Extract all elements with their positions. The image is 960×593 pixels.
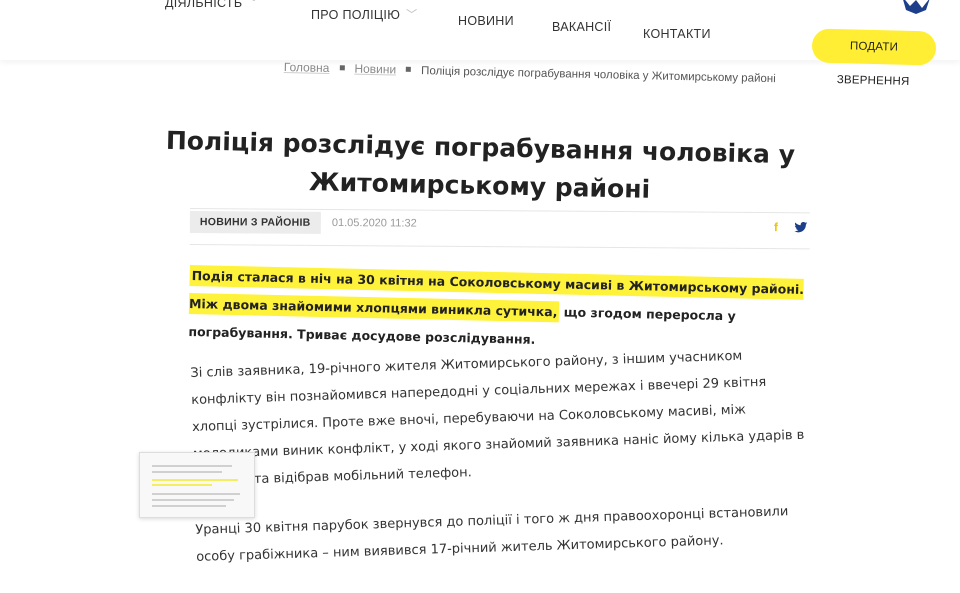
divider	[189, 243, 810, 250]
thumbnail-line	[152, 479, 238, 481]
article-body: Зі слів заявника, 19-річного жителя Жито…	[190, 341, 817, 593]
thumbnail-line	[152, 499, 234, 501]
nav-item-label: КОНТАКТИ	[643, 27, 711, 41]
nav-item-label: ДІЯЛЬНІСТЬ	[165, 0, 243, 10]
top-navigation: ДІЯЛЬНІСТЬ ﹀ ПРО ПОЛІЦІЮ ﹀ НОВИНИ ВАКАНСІЇ…	[0, 0, 960, 88]
thumbnail-line	[152, 505, 226, 507]
police-logo-icon[interactable]	[896, 0, 936, 16]
article-paragraph: Уранці 30 квітня парубок звернувся до по…	[195, 504, 789, 565]
breadcrumb-current: Поліція розслідує пограбування чоловіка …	[420, 65, 776, 86]
publish-date: 01.05.2020 11:32	[331, 216, 417, 230]
nav-item-contacts[interactable]: КОНТАКТИ	[643, 27, 711, 41]
nav-item-label: ПРО ПОЛІЦІЮ	[311, 8, 401, 22]
breadcrumb: Головна Новини Поліція розслідує пограбува…	[284, 60, 776, 85]
nav-item-label: НОВИНИ	[458, 14, 514, 28]
page-title: Поліція розслідує пограбування чоловіка …	[165, 125, 796, 204]
article-meta: НОВИНИ З РАЙОНІВ 01.05.2020 11:32 f	[189, 206, 810, 250]
twitter-icon[interactable]	[794, 220, 808, 234]
thumbnail-line	[152, 471, 222, 473]
thumbnail-line	[152, 484, 212, 486]
thumbnail-line	[152, 465, 232, 467]
nav-item-label: ВАКАНСІЇ	[552, 20, 612, 34]
nav-item-news[interactable]: НОВИНИ	[458, 14, 514, 28]
breadcrumb-separator	[406, 66, 412, 72]
nav-item-vacancies[interactable]: ВАКАНСІЇ	[552, 20, 611, 34]
nav-item-about-police[interactable]: ПРО ПОЛІЦІЮ ﹀	[311, 6, 417, 22]
breadcrumb-news[interactable]: Новини	[354, 62, 396, 77]
breadcrumb-separator	[339, 65, 345, 71]
nav-item-activity[interactable]: ДІЯЛЬНІСТЬ ﹀	[165, 0, 260, 10]
category-badge[interactable]: НОВИНИ З РАЙОНІВ	[189, 210, 321, 234]
article-paragraph: Зі слів заявника, 19-річного жителя Жито…	[190, 348, 805, 489]
submit-appeal-button[interactable]: ПОДАТИ ЗВЕРНЕННЯ	[811, 28, 937, 88]
chevron-down-icon: ﹀	[406, 9, 418, 21]
facebook-icon[interactable]: f	[774, 220, 778, 234]
page-thumbnail-preview[interactable]	[139, 452, 255, 518]
chevron-down-icon: ﹀	[248, 0, 260, 9]
breadcrumb-home[interactable]: Головна	[284, 60, 330, 75]
thumbnail-line	[152, 493, 240, 495]
